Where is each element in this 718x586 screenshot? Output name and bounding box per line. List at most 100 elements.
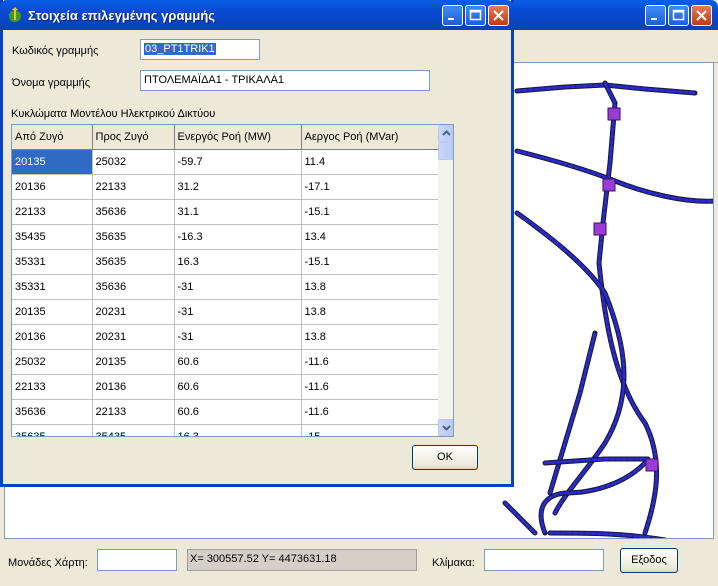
- chevron-down-icon: [442, 425, 451, 431]
- transmission-line-nodes: [503, 501, 537, 535]
- line-code-field[interactable]: 03_PT1TRIK1: [140, 39, 260, 60]
- table-cell[interactable]: 20135: [12, 299, 93, 325]
- table-cell[interactable]: 20231: [92, 324, 175, 350]
- line-name-field[interactable]: ΠΤΟΛΕΜΑΪΔΑ1 - ΤΡΙΚΑΛΑ1: [140, 70, 430, 91]
- map-units-field[interactable]: [97, 549, 177, 571]
- close-icon: [493, 10, 504, 21]
- line-code-label: Κωδικός γραμμής: [12, 45, 99, 57]
- maximize-icon: [469, 9, 482, 21]
- table-cell[interactable]: 13.8: [301, 274, 439, 300]
- table-row[interactable]: 20136 22133 31.2 -17.1: [12, 174, 439, 200]
- substation-marker[interactable]: [593, 222, 607, 236]
- table-cell[interactable]: 11.4: [301, 149, 439, 175]
- column-header-reactive-flow[interactable]: Αεργος Ροή (MVar): [301, 125, 439, 150]
- table-cell[interactable]: 22133: [12, 374, 93, 400]
- dialog-maximize-button[interactable]: [465, 5, 486, 26]
- table-cell[interactable]: 16.3: [174, 424, 302, 436]
- table-row[interactable]: 25032 20135 60.6 -11.6: [12, 349, 439, 375]
- table-cell[interactable]: 60.6: [174, 374, 302, 400]
- table-cell[interactable]: 20135: [92, 349, 175, 375]
- column-header-to-bus[interactable]: Προς Ζυγό: [92, 125, 175, 150]
- close-icon: [696, 10, 707, 21]
- table-cell[interactable]: 60.6: [174, 399, 302, 425]
- table-cell[interactable]: 20136: [12, 324, 93, 350]
- table-cell[interactable]: 60.6: [174, 349, 302, 375]
- dialog-close-button[interactable]: [488, 5, 509, 26]
- table-cell[interactable]: 35636: [12, 399, 93, 425]
- chevron-up-icon: [442, 130, 451, 136]
- scale-field[interactable]: [484, 549, 604, 571]
- table-cell[interactable]: -31: [174, 299, 302, 325]
- table-cell[interactable]: -59.7: [174, 149, 302, 175]
- table-cell[interactable]: 20231: [92, 299, 175, 325]
- table-cell[interactable]: 35435: [92, 424, 175, 436]
- table-cell[interactable]: 35331: [12, 249, 93, 275]
- scroll-thumb[interactable]: [438, 142, 453, 160]
- table-row[interactable]: 22133 20136 60.6 -11.6: [12, 374, 439, 400]
- table-cell[interactable]: -16.3: [174, 224, 302, 250]
- exit-button[interactable]: Εξοδος: [620, 548, 678, 573]
- circuits-grid[interactable]: Από Ζυγό Προς Ζυγό Ενεργός Ροή (MW) Αεργ…: [11, 124, 454, 437]
- table-cell[interactable]: 25032: [12, 349, 93, 375]
- table-row[interactable]: 35331 35636 -31 13.8: [12, 274, 439, 300]
- table-cell[interactable]: -31: [174, 324, 302, 350]
- table-row[interactable]: 35636 22133 60.6 -11.6: [12, 399, 439, 425]
- table-cell[interactable]: 20136: [92, 374, 175, 400]
- table-row[interactable]: 20135 25032 -59.7 11.4: [12, 149, 439, 175]
- grid-vertical-scrollbar[interactable]: [438, 125, 453, 436]
- main-maximize-button[interactable]: [668, 5, 689, 26]
- table-row[interactable]: 22133 35636 31.1 -15.1: [12, 199, 439, 225]
- table-row[interactable]: 35435 35635 -16.3 13.4: [12, 224, 439, 250]
- table-cell[interactable]: 22133: [92, 174, 175, 200]
- table-row[interactable]: 20136 20231 -31 13.8: [12, 324, 439, 350]
- table-cell[interactable]: -11.6: [301, 374, 439, 400]
- dialog-titlebar: Στοιχεία επιλεγμένης γραμμής: [0, 0, 514, 30]
- maximize-icon: [672, 9, 685, 21]
- table-cell[interactable]: 13.8: [301, 324, 439, 350]
- app-icon: [9, 7, 21, 22]
- table-cell[interactable]: -31: [174, 274, 302, 300]
- table-cell[interactable]: 35635: [92, 249, 175, 275]
- table-cell[interactable]: -11.6: [301, 349, 439, 375]
- table-cell[interactable]: 16.3: [174, 249, 302, 275]
- table-cell[interactable]: 22133: [92, 399, 175, 425]
- table-row[interactable]: 35331 35635 16.3 -15.1: [12, 249, 439, 275]
- table-row[interactable]: 35635 35435 16.3 -15: [12, 424, 439, 436]
- table-cell[interactable]: 13.4: [301, 224, 439, 250]
- minimize-icon: [651, 18, 657, 20]
- table-cell[interactable]: 20136: [12, 174, 93, 200]
- substation-marker[interactable]: [645, 458, 659, 472]
- table-cell[interactable]: 20135: [12, 149, 93, 175]
- table-cell[interactable]: 35636: [92, 274, 175, 300]
- table-cell[interactable]: 35331: [12, 274, 93, 300]
- table-row[interactable]: 20135 20231 -31 13.8: [12, 299, 439, 325]
- column-header-from-bus[interactable]: Από Ζυγό: [12, 125, 93, 150]
- table-cell[interactable]: 35636: [92, 199, 175, 225]
- ok-button[interactable]: OK: [412, 445, 478, 470]
- column-header-active-flow[interactable]: Ενεργός Ροή (MW): [174, 125, 302, 150]
- scroll-down-button[interactable]: [438, 419, 453, 436]
- table-cell[interactable]: -17.1: [301, 174, 439, 200]
- table-cell[interactable]: -15.1: [301, 199, 439, 225]
- table-cell[interactable]: 31.1: [174, 199, 302, 225]
- dialog-minimize-button[interactable]: [442, 5, 463, 26]
- grid-caption: Κυκλώματα Μοντέλου Ηλεκτρικού Δικτύου: [11, 108, 216, 120]
- table-cell[interactable]: -11.6: [301, 399, 439, 425]
- main-minimize-button[interactable]: [645, 5, 666, 26]
- grid-body: 20135 25032 -59.7 11.4 20136 22133 31.2 -17.1 22…: [12, 149, 439, 436]
- table-cell[interactable]: 35635: [12, 424, 93, 436]
- table-cell[interactable]: 31.2: [174, 174, 302, 200]
- coordinates-readout: X= 300557.52 Y= 4473631.18: [187, 549, 417, 571]
- table-cell[interactable]: 22133: [12, 199, 93, 225]
- table-cell[interactable]: -15: [301, 424, 439, 436]
- status-bar: Μονάδες Χάρτη: X= 300557.52 Y= 4473631.1…: [0, 540, 718, 586]
- substation-marker[interactable]: [607, 107, 621, 121]
- scroll-up-button[interactable]: [438, 125, 453, 142]
- table-cell[interactable]: 35435: [12, 224, 93, 250]
- table-cell[interactable]: 13.8: [301, 299, 439, 325]
- table-cell[interactable]: 35635: [92, 224, 175, 250]
- table-cell[interactable]: 25032: [92, 149, 175, 175]
- substation-marker[interactable]: [602, 178, 616, 192]
- table-cell[interactable]: -15.1: [301, 249, 439, 275]
- main-close-button[interactable]: [691, 5, 712, 26]
